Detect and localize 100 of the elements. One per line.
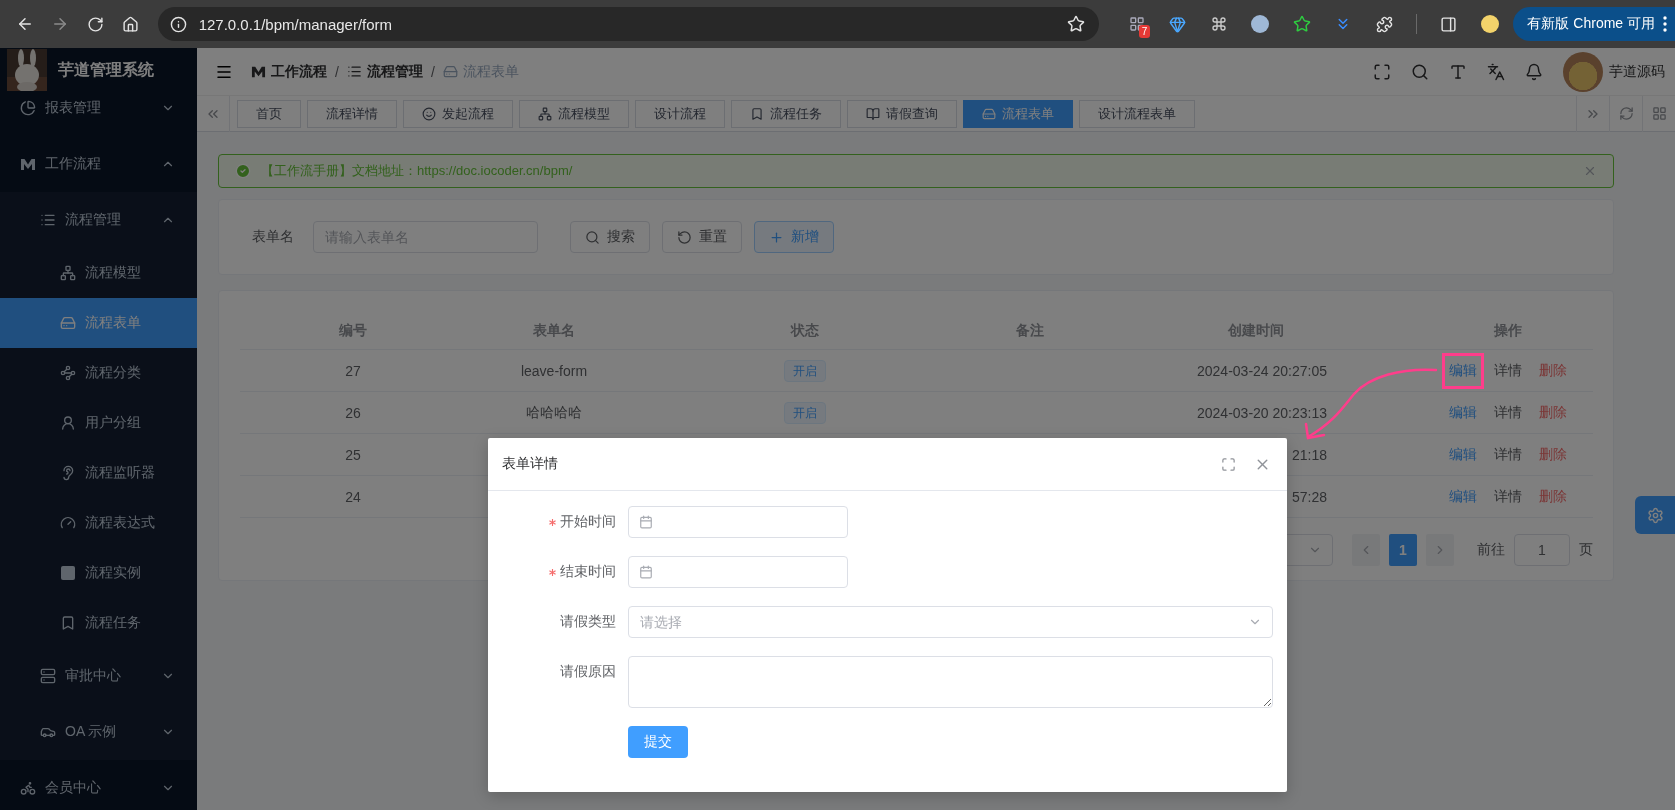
- field-label: 开始时间: [560, 513, 616, 531]
- breadcrumb-item[interactable]: 流程管理: [366, 62, 423, 81]
- tab[interactable]: 流程模型: [519, 99, 629, 128]
- menu-item[interactable]: 用户分组: [0, 398, 197, 448]
- circle-icon[interactable]: [1251, 15, 1270, 33]
- gem-icon[interactable]: [1169, 15, 1187, 33]
- gauge-icon: [60, 515, 76, 531]
- page-button[interactable]: 1: [1389, 534, 1417, 566]
- tab[interactable]: 设计流程: [635, 99, 725, 128]
- bookmark-star-icon[interactable]: [1066, 15, 1085, 33]
- breadcrumb-separator: /: [335, 63, 339, 80]
- puzzle-icon[interactable]: [1375, 15, 1393, 33]
- tab[interactable]: 流程详情: [307, 99, 397, 128]
- table-cell: 哈哈哈哈: [526, 403, 582, 422]
- book-icon: [866, 106, 880, 121]
- table-cell: 57:28: [1291, 488, 1327, 505]
- tab[interactable]: 首页: [237, 99, 301, 128]
- side-panel-icon[interactable]: [1440, 15, 1458, 33]
- status-tag: 开启: [784, 359, 826, 382]
- bookmark-icon: [750, 106, 764, 121]
- edit-link[interactable]: 编辑: [1441, 478, 1484, 515]
- add-button[interactable]: 新增: [754, 221, 834, 253]
- command-icon[interactable]: [1211, 16, 1228, 32]
- menu-item[interactable]: 流程监听器: [0, 448, 197, 498]
- highlight-frame: [1441, 352, 1484, 389]
- field-label: 结束时间: [560, 563, 616, 581]
- tab[interactable]: 设计流程表单: [1079, 99, 1195, 128]
- search-icon[interactable]: [1411, 62, 1429, 81]
- menu-item[interactable]: OA 示例: [0, 704, 197, 760]
- breadcrumb-item[interactable]: 工作流程: [271, 62, 327, 81]
- tab[interactable]: 请假查询: [847, 99, 957, 128]
- breadcrumb-separator: /: [430, 63, 435, 80]
- status-tag: 开启: [784, 401, 826, 424]
- tab[interactable]: 发起流程: [403, 99, 513, 128]
- required-icon: [549, 518, 556, 526]
- delete-link[interactable]: 删除: [1538, 445, 1567, 464]
- pie-chart-icon: [20, 100, 36, 116]
- table-cell: 25: [345, 446, 361, 463]
- menu-item[interactable]: 会员中心: [0, 760, 197, 810]
- delete-link[interactable]: 删除: [1538, 487, 1567, 506]
- select-field[interactable]: 请选择: [628, 606, 1273, 638]
- table-cell: leave-form: [520, 362, 588, 379]
- translate-icon[interactable]: [1487, 62, 1505, 81]
- search-button[interactable]: 搜索: [570, 221, 650, 253]
- table-cell: 26: [345, 404, 361, 421]
- edit-link[interactable]: 编辑: [1441, 394, 1484, 431]
- table-cell: 24: [345, 488, 361, 505]
- menu-item[interactable]: 流程表达式: [0, 498, 197, 548]
- calendar-icon: [639, 565, 653, 579]
- refresh-icon: [677, 229, 692, 245]
- detail-link[interactable]: 详情: [1493, 487, 1522, 506]
- ear-icon: [60, 465, 76, 481]
- tab[interactable]: 流程任务: [731, 99, 841, 128]
- address-bar[interactable]: 127.0.0.1/bpm/manager/form: [157, 7, 1099, 41]
- date-field[interactable]: [628, 556, 848, 588]
- network-icon: [60, 265, 76, 281]
- delete-link[interactable]: 删除: [1538, 403, 1567, 422]
- table-cell: 21:18: [1291, 446, 1327, 463]
- menu-item[interactable]: 流程任务: [0, 598, 197, 648]
- menu-item[interactable]: 流程表单: [0, 298, 197, 348]
- page-input[interactable]: 1: [1514, 534, 1570, 566]
- star-icon[interactable]: [1292, 15, 1311, 33]
- table-cell: 2024-03-20 20:23:13: [1197, 404, 1327, 421]
- submit-button[interactable]: 提交: [628, 726, 688, 758]
- more-icon: [1663, 16, 1668, 32]
- list-icon: [346, 64, 362, 79]
- delete-link[interactable]: 删除: [1538, 361, 1567, 380]
- menu-item[interactable]: 流程分类: [0, 348, 197, 398]
- m-logo-icon: [20, 156, 36, 172]
- search-icon: [585, 229, 600, 245]
- field-label: 请假原因: [560, 663, 616, 681]
- alert-text: 【工作流手册】文档地址：https://doc.iocoder.cn/bpm/: [261, 162, 574, 180]
- reset-button[interactable]: 重置: [662, 221, 742, 253]
- menu-item[interactable]: 审批中心: [0, 648, 197, 704]
- drive-icon: [442, 64, 458, 79]
- fullscreen-icon[interactable]: [1373, 62, 1391, 81]
- update-button[interactable]: 有新版 Chrome 可用: [1513, 7, 1675, 41]
- date-field[interactable]: [628, 506, 848, 538]
- menu-item[interactable]: 流程模型: [0, 248, 197, 298]
- tab[interactable]: 流程表单: [963, 99, 1073, 128]
- edit-link[interactable]: 编辑: [1441, 436, 1484, 473]
- edit-link[interactable]: 编辑: [1441, 352, 1484, 389]
- avatar[interactable]: [1480, 15, 1499, 33]
- user-icon: [60, 415, 76, 431]
- goto-label: 前往: [1477, 541, 1505, 559]
- user-name[interactable]: 芋道源码: [1609, 62, 1665, 81]
- detail-link[interactable]: 详情: [1493, 403, 1522, 422]
- bell-icon[interactable]: [1525, 62, 1543, 81]
- list-icon: [40, 212, 56, 228]
- font-size-icon[interactable]: [1449, 62, 1467, 81]
- menu-item[interactable]: 流程实例: [0, 548, 197, 598]
- menu-item[interactable]: 工作流程: [0, 136, 197, 192]
- settings-icon: [1646, 506, 1664, 524]
- detail-link[interactable]: 详情: [1493, 361, 1522, 380]
- info-icon[interactable]: [169, 15, 187, 33]
- detail-link[interactable]: 详情: [1493, 445, 1522, 464]
- page-suffix: 页: [1579, 541, 1593, 559]
- menu-item[interactable]: 流程管理: [0, 192, 197, 248]
- bike-icon: [20, 780, 36, 796]
- plus-icon: [769, 229, 784, 245]
